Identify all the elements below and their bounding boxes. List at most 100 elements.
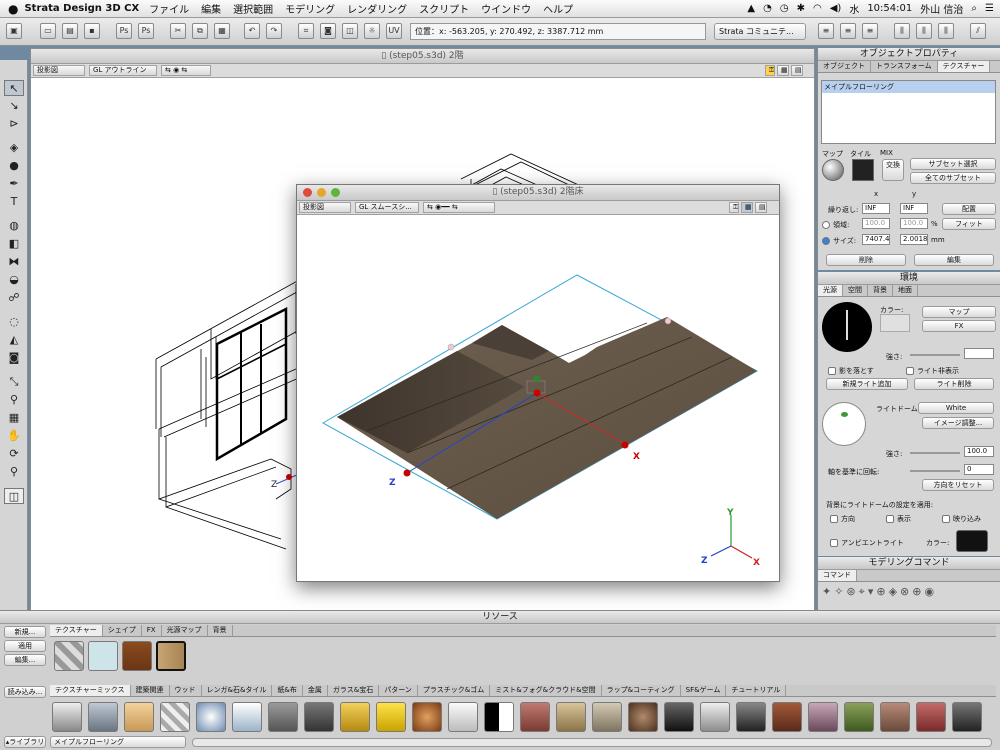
resource-texture-swatch[interactable]	[54, 641, 84, 671]
reflection-checkbox[interactable]: 映り込み	[942, 514, 981, 524]
subset-select-dropdown[interactable]: サブセット選択	[910, 158, 996, 170]
tab-space[interactable]: 空間	[843, 285, 868, 296]
library-swatch[interactable]	[124, 702, 154, 732]
x-axis-handle[interactable]	[621, 441, 629, 449]
library-swatch[interactable]	[736, 702, 766, 732]
dome-light-marker[interactable]	[841, 412, 848, 417]
volume-icon[interactable]: ◀)	[830, 3, 842, 14]
main-render-popup[interactable]: GL アウトライン	[89, 65, 157, 76]
wifi-icon[interactable]: ◠	[813, 3, 822, 14]
lathe-tool-icon[interactable]: ◍	[4, 218, 24, 234]
category-tab[interactable]: 建築関連	[131, 685, 170, 696]
area-radio-icon[interactable]	[822, 221, 830, 229]
tab-commands[interactable]: コマンド	[818, 570, 857, 581]
category-tab[interactable]: ラップ&コーティング	[602, 685, 681, 696]
floor-render-popup[interactable]: GL スムースシ...	[355, 202, 419, 213]
library-swatch[interactable]	[268, 702, 298, 732]
align-top-icon[interactable]: ⫽	[970, 23, 986, 39]
area-y-field[interactable]: 100.0	[900, 218, 928, 229]
uv-icon[interactable]: UV	[386, 23, 402, 39]
ambient-light-box[interactable]	[830, 539, 838, 547]
pen-tool-icon[interactable]: ✒	[4, 176, 24, 192]
area-x-field[interactable]: 100.0	[862, 218, 890, 229]
all-subsets-button[interactable]: 全てのサブセット	[910, 172, 996, 184]
tab-ground[interactable]: 地面	[893, 285, 918, 296]
zoom-tool-icon[interactable]: ⚲	[4, 464, 24, 480]
bend-tool-icon[interactable]: ☍	[4, 290, 24, 306]
tab-light[interactable]: 光源	[818, 285, 843, 296]
library-swatch[interactable]	[160, 702, 190, 732]
library-swatch[interactable]	[412, 702, 442, 732]
repeat-y-field[interactable]: INF	[900, 203, 928, 214]
library-swatch[interactable]	[880, 702, 910, 732]
cast-shadow-checkbox[interactable]: 影を落とす	[828, 366, 874, 376]
library-swatch[interactable]	[556, 702, 586, 732]
light-icon[interactable]: ☼	[364, 23, 380, 39]
texture-list-item[interactable]: メイプルフローリング	[822, 81, 995, 93]
spot-light-icon[interactable]: ◭	[4, 332, 24, 348]
photoshop-icon[interactable]: Ps	[116, 23, 132, 39]
main-camera-control[interactable]: ⇆ ◉ ⇆	[161, 65, 211, 76]
community-dropdown[interactable]: Strata コミュニテ...	[714, 23, 806, 40]
distribute-right-icon[interactable]: ⫼	[938, 23, 954, 39]
swap-button[interactable]: 交換	[882, 159, 904, 181]
align-right-icon[interactable]: ≡	[862, 23, 878, 39]
bluetooth-icon[interactable]: ✱	[797, 3, 805, 14]
floor-view-popup[interactable]: 投影図	[299, 202, 351, 213]
resource-texture-swatch-selected[interactable]	[156, 641, 186, 671]
list-icon[interactable]: ☰	[985, 3, 994, 14]
paste-icon[interactable]: ▦	[214, 23, 230, 39]
library-swatch[interactable]	[664, 702, 694, 732]
lock-icon[interactable]: ⚿	[765, 65, 775, 76]
texture-list[interactable]: メイプルフローリング	[821, 80, 996, 144]
reshape-tool-icon[interactable]: ↘	[4, 98, 24, 114]
library-swatch[interactable]	[52, 702, 82, 732]
grid-tool-icon[interactable]: ▦	[4, 410, 24, 426]
new-resource-button[interactable]: 新規...	[4, 626, 46, 638]
floor-3d-view[interactable]: X Z Y Y X Z	[297, 217, 779, 581]
light-color-swatch[interactable]	[880, 314, 910, 332]
fx-dropdown[interactable]: FX	[922, 320, 996, 332]
apply-resource-button[interactable]: 適用	[4, 640, 46, 652]
render-area-icon[interactable]: ◫	[4, 488, 24, 504]
align-center-icon[interactable]: ≡	[840, 23, 856, 39]
menu-window[interactable]: ウインドウ	[481, 1, 531, 16]
library-swatch[interactable]	[592, 702, 622, 732]
tab-background[interactable]: 背景	[868, 285, 893, 296]
bulb-light-icon[interactable]: ◌	[4, 314, 24, 330]
category-tab[interactable]: ガラス&宝石	[328, 685, 380, 696]
ambient-light-checkbox[interactable]: アンビエントライト	[830, 538, 904, 548]
menu-rendering[interactable]: レンダリング	[347, 1, 407, 16]
mirror-tool-icon[interactable]: ⧓	[4, 254, 24, 270]
tab-backgrounds[interactable]: 背景	[208, 625, 233, 636]
library-scrollbar[interactable]	[192, 738, 992, 747]
tab-light-maps[interactable]: 光源マップ	[162, 625, 208, 636]
library-swatch[interactable]	[628, 702, 658, 732]
edit-texture-button[interactable]: 編集	[914, 254, 994, 266]
selected-texture-dropdown[interactable]: メイプルフローリング	[50, 736, 186, 748]
library-swatch[interactable]	[772, 702, 802, 732]
hide-light-box[interactable]	[906, 367, 914, 375]
intensity-field[interactable]	[964, 348, 994, 359]
floor-split-icon[interactable]: ▤	[755, 202, 767, 213]
light-dome-preview[interactable]	[822, 402, 866, 446]
render-icon[interactable]: ◫	[342, 23, 358, 39]
menu-script[interactable]: スクリプト	[419, 1, 469, 16]
floor-camera-control[interactable]: ⇆ ◉━━ ⇆	[423, 202, 495, 213]
display-box[interactable]	[886, 515, 894, 523]
category-tab[interactable]: チュートリアル	[726, 685, 787, 696]
library-swatch[interactable]	[700, 702, 730, 732]
split-view-icon[interactable]: ▤	[791, 65, 803, 76]
category-tab[interactable]: 紙&布	[272, 685, 303, 696]
library-swatch[interactable]	[520, 702, 550, 732]
category-tab[interactable]: テクスチャーミックス	[50, 685, 131, 696]
main-axis-handle[interactable]	[286, 474, 292, 480]
time-machine-icon[interactable]: ◷	[780, 3, 789, 14]
category-tab[interactable]: 金属	[303, 685, 328, 696]
point-tool-icon[interactable]: ⊳	[4, 116, 24, 132]
new-icon[interactable]: ▭	[40, 23, 56, 39]
library-swatch[interactable]	[88, 702, 118, 732]
corner-handle-left[interactable]	[447, 343, 455, 351]
camera-tool-icon[interactable]: ◙	[4, 350, 24, 366]
direction-box[interactable]	[830, 515, 838, 523]
